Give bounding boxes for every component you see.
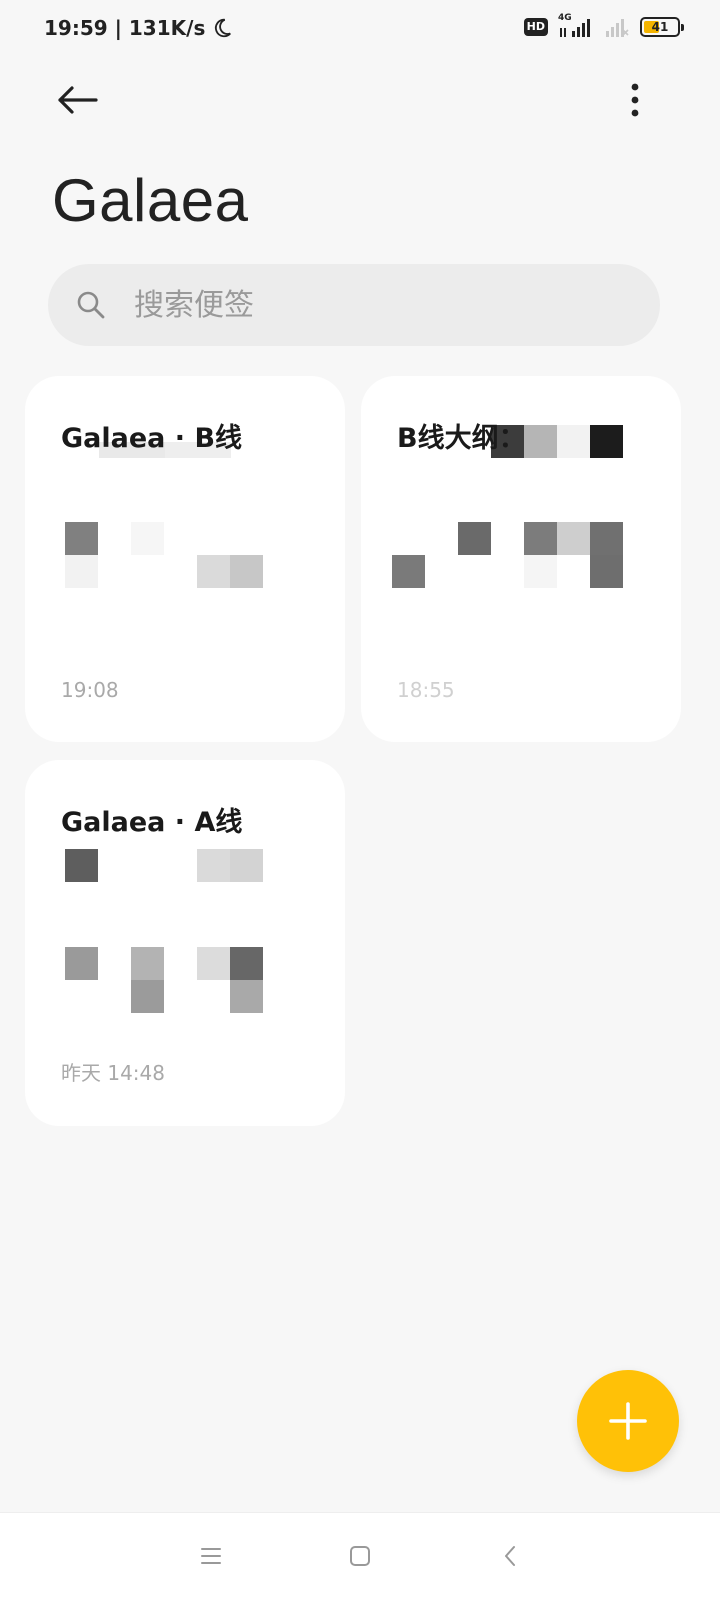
page-title: Galaea	[52, 167, 249, 234]
signal-group: 4G	[558, 13, 594, 38]
note-title: B线大纲：	[397, 423, 526, 454]
note-time: 19:08	[61, 678, 119, 702]
battery-level: 41	[651, 20, 669, 34]
back-button[interactable]	[52, 80, 102, 120]
search-input[interactable]	[134, 287, 574, 323]
back-icon	[505, 1546, 515, 1566]
battery-tip	[681, 24, 684, 31]
add-note-button[interactable]	[577, 1370, 679, 1472]
hd-badge: HD	[523, 18, 548, 36]
status-bar: 19:59 | 131K/s HD 4G 41	[0, 0, 720, 60]
arrow-left-icon	[58, 86, 98, 114]
home-button[interactable]	[345, 1541, 375, 1571]
signal-icon	[560, 19, 590, 37]
note-time: 昨天 14:48	[61, 1061, 165, 1085]
status-left: 19:59 | 131K/s	[44, 16, 233, 40]
recent-apps-button[interactable]	[196, 1541, 226, 1571]
search-bar[interactable]	[48, 264, 660, 346]
more-options-button[interactable]	[620, 80, 650, 120]
menu-icon	[201, 1548, 221, 1564]
plus-icon	[609, 1402, 647, 1440]
note-time: 18:55	[397, 678, 455, 702]
system-nav-bar	[0, 1512, 720, 1600]
home-icon	[350, 1546, 370, 1566]
note-card[interactable]: Galaea · A线 昨天 14:48	[25, 760, 345, 1126]
note-card[interactable]: B线大纲： 18:55	[361, 376, 681, 742]
search-icon	[77, 291, 105, 319]
more-vertical-icon	[631, 83, 639, 117]
battery-icon: 41	[640, 17, 684, 37]
note-card[interactable]: Galaea · B线 19:08	[25, 376, 345, 742]
status-right: HD 4G 41	[523, 13, 684, 38]
note-title: Galaea · A线	[61, 807, 243, 838]
status-time-speed: 19:59 | 131K/s	[44, 16, 206, 40]
moon-icon	[215, 18, 232, 38]
system-back-button[interactable]	[495, 1541, 525, 1571]
signal-empty-icon	[606, 19, 629, 37]
note-title: Galaea · B线	[61, 423, 243, 454]
notes-folder-screen: 19:59 | 131K/s HD 4G 41 Galaea 搜索便签 Gala…	[0, 0, 720, 1600]
